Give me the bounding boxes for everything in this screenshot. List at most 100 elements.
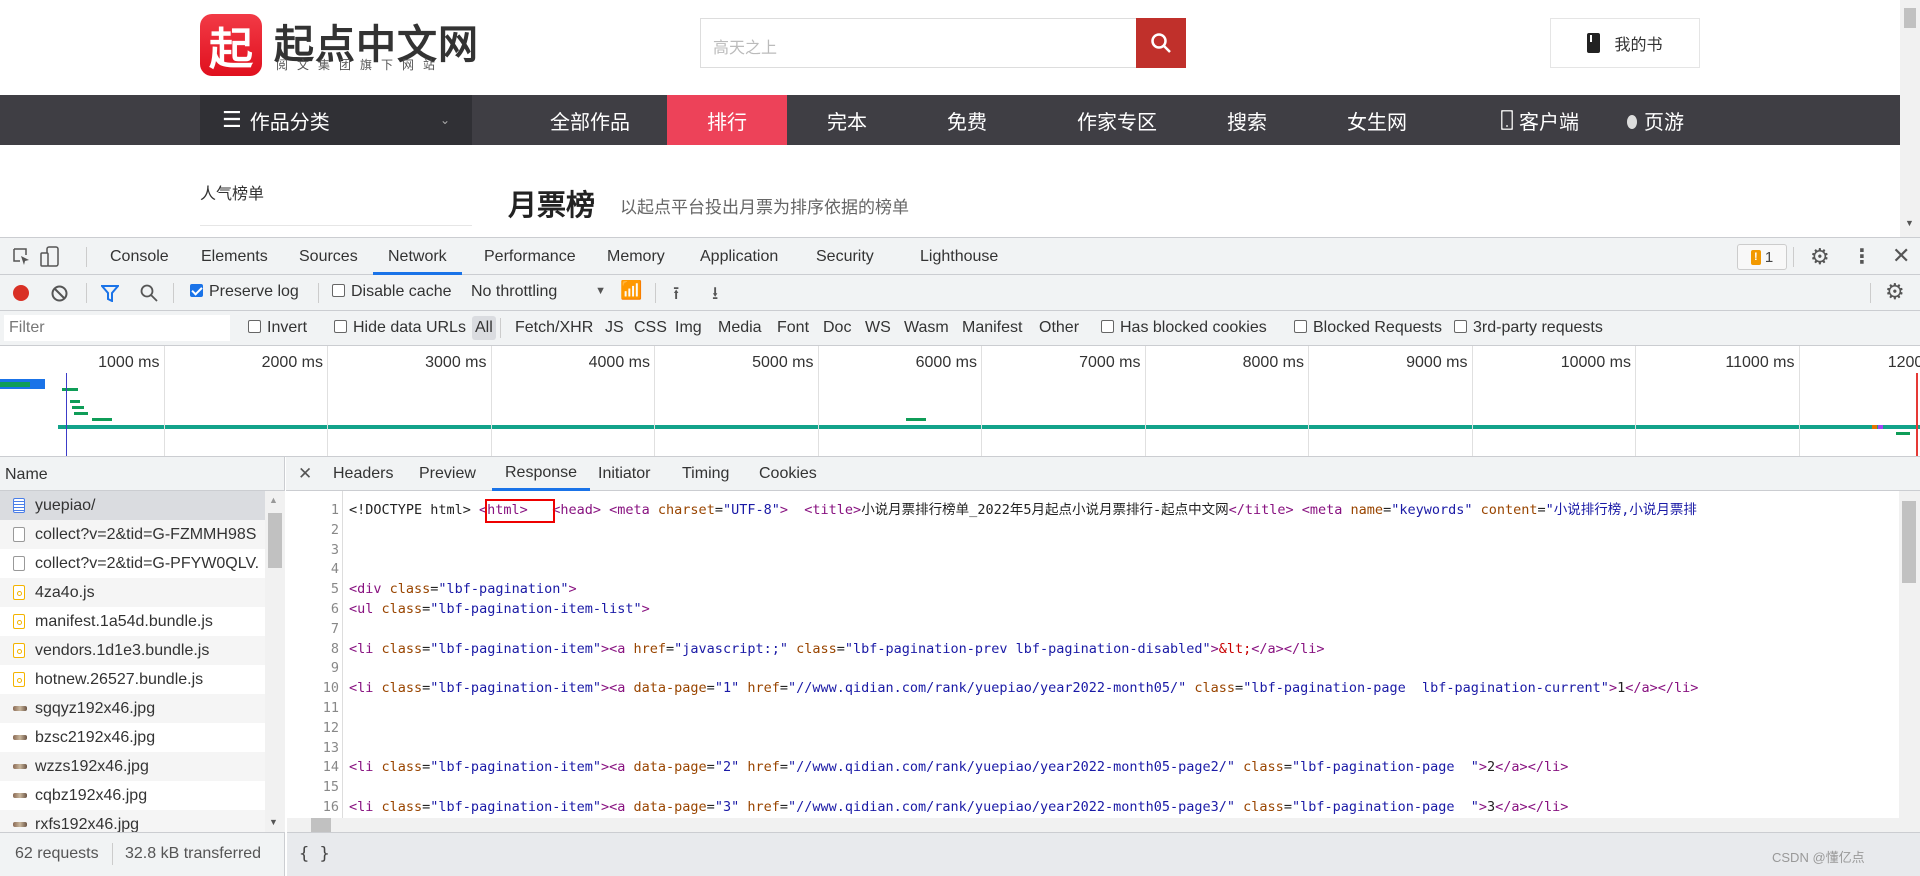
code-line: 3 — [287, 540, 1899, 560]
nav-web-games-label: 页游 — [1644, 111, 1684, 134]
request-row[interactable]: hotnew.26527.bundle.js — [0, 665, 265, 694]
nav-female[interactable]: 女生网 — [1317, 95, 1437, 145]
type-filter-doc[interactable]: Doc — [823, 311, 851, 345]
nav-client[interactable]: 客户端 — [1480, 95, 1600, 145]
preserve-log-checkbox[interactable]: Preserve log — [190, 283, 299, 301]
request-row[interactable]: vendors.1d1e3.bundle.js — [0, 636, 265, 665]
request-row[interactable]: collect?v=2&tid=G-PFYW0QLV. — [0, 549, 265, 578]
tab-initiator[interactable]: Initiator — [598, 457, 650, 491]
request-row[interactable]: cqbz192x46.jpg — [0, 781, 265, 810]
type-filter-font[interactable]: Font — [777, 311, 809, 345]
page-scrollbar[interactable]: ▼ — [1900, 0, 1920, 237]
request-row[interactable]: yuepiao/ — [0, 491, 265, 520]
settings-gear-icon[interactable]: ⚙ — [1810, 244, 1830, 270]
tab-preview[interactable]: Preview — [419, 457, 476, 491]
nav-all-works[interactable]: 全部作品 — [530, 95, 650, 145]
response-code-viewer[interactable]: 1 <!DOCTYPE html> <html> <head> <meta cha… — [287, 498, 1899, 825]
invert-checkbox[interactable]: Invert — [248, 311, 307, 345]
device-toolbar-icon[interactable] — [40, 246, 60, 268]
tab-console[interactable]: Console — [110, 238, 169, 275]
name-column-header[interactable]: Name — [0, 457, 285, 491]
nav-author-zone[interactable]: 作家专区 — [1047, 95, 1187, 145]
type-filter-other[interactable]: Other — [1039, 311, 1079, 345]
type-filter-wasm[interactable]: Wasm — [904, 311, 949, 345]
pretty-print-button[interactable]: { } — [299, 844, 330, 864]
tab-network[interactable]: Network — [373, 238, 462, 275]
tab-performance[interactable]: Performance — [484, 238, 576, 275]
popular-rank-link[interactable]: 人气榜单 — [200, 180, 264, 204]
disable-cache-checkbox[interactable]: Disable cache — [332, 283, 452, 301]
file-icon — [13, 527, 25, 542]
filter-input[interactable]: Filter — [4, 315, 230, 341]
hide-data-urls-checkbox[interactable]: Hide data URLs — [334, 311, 466, 345]
tab-timing[interactable]: Timing — [682, 457, 729, 491]
network-toolbar: Preserve log Disable cache No throttling… — [0, 275, 1920, 311]
code-token-attr: data-page — [633, 759, 707, 776]
clear-icon[interactable] — [51, 285, 68, 302]
nav-rank[interactable]: 排行 — [667, 95, 787, 145]
checkbox[interactable] — [332, 284, 345, 297]
tab-memory[interactable]: Memory — [607, 238, 665, 275]
tab-security[interactable]: Security — [816, 238, 874, 275]
response-vertical-scrollbar[interactable] — [1899, 491, 1920, 818]
request-row[interactable]: collect?v=2&tid=G-FZMMH98S — [0, 520, 265, 549]
tab-lighthouse[interactable]: Lighthouse — [920, 238, 998, 275]
search-icon[interactable] — [140, 284, 158, 302]
tab-cookies[interactable]: Cookies — [759, 457, 817, 491]
tab-response[interactable]: Response — [492, 457, 591, 491]
close-detail-icon[interactable]: ✕ — [298, 464, 312, 484]
type-filter-js[interactable]: JS — [605, 311, 624, 345]
tab-sources[interactable]: Sources — [299, 238, 358, 275]
qidian-logo-icon[interactable]: 起 — [200, 14, 262, 76]
timeline-bar — [0, 382, 30, 387]
type-filter-manifest[interactable]: Manifest — [962, 311, 1022, 345]
search-button[interactable] — [1136, 18, 1186, 68]
request-row[interactable]: wzzs192x46.jpg — [0, 752, 265, 781]
tab-elements[interactable]: Elements — [201, 238, 268, 275]
nav-web-games[interactable]: 页游 — [1600, 95, 1710, 145]
type-filter-media[interactable]: Media — [718, 311, 762, 345]
network-overview-timeline[interactable]: 1000 ms 2000 ms 3000 ms 4000 ms 5000 ms 6000 … — [0, 346, 1920, 457]
record-icon[interactable] — [13, 285, 29, 301]
type-filter-css[interactable]: CSS — [634, 311, 667, 345]
type-filter-all[interactable]: All — [472, 316, 496, 340]
script-icon — [13, 614, 25, 629]
blocked-requests-checkbox[interactable]: Blocked Requests — [1294, 311, 1442, 345]
type-filter-img[interactable]: Img — [675, 311, 702, 345]
nav-search[interactable]: 搜索 — [1187, 95, 1307, 145]
request-row[interactable]: manifest.1a54d.bundle.js — [0, 607, 265, 636]
nav-free[interactable]: 免费 — [907, 95, 1027, 145]
import-har-icon[interactable]: ⭱ — [673, 281, 679, 311]
nav-finished[interactable]: 完本 — [787, 95, 907, 145]
filter-icon[interactable] — [101, 285, 119, 302]
script-icon — [13, 643, 25, 658]
timeline-gridline — [327, 346, 328, 456]
network-settings-gear-icon[interactable]: ⚙ — [1885, 279, 1905, 305]
close-devtools-icon[interactable]: ✕ — [1892, 243, 1910, 269]
third-party-requests-checkbox[interactable]: 3rd-party requests — [1454, 311, 1603, 345]
search-input[interactable]: 高天之上 — [700, 18, 1137, 68]
export-har-icon[interactable]: ⭳ — [712, 281, 718, 311]
code-token-attr: charset — [657, 502, 715, 518]
issues-button[interactable]: ! 1 — [1737, 244, 1787, 270]
more-options-icon[interactable]: ⋮ — [1852, 244, 1872, 269]
request-row[interactable]: sgqyz192x46.jpg — [0, 694, 265, 723]
category-menu[interactable]: ☰ 作品分类 ⌄ — [200, 95, 472, 145]
my-books-button[interactable]: 我的书 — [1550, 18, 1700, 68]
checkbox-checked[interactable] — [190, 284, 203, 297]
has-blocked-cookies-checkbox[interactable]: Has blocked cookies — [1101, 311, 1267, 345]
tab-application[interactable]: Application — [700, 238, 778, 275]
tab-headers[interactable]: Headers — [333, 457, 393, 491]
throttling-select[interactable]: No throttling ▼ — [471, 283, 606, 301]
request-list-scrollbar[interactable]: ▲ ▼ — [265, 491, 285, 832]
timeline-tick-label: 3000 ms — [425, 354, 487, 371]
type-filter-fetch-xhr[interactable]: Fetch/XHR — [515, 311, 593, 345]
request-row[interactable]: bzsc2192x46.jpg — [0, 723, 265, 752]
request-row[interactable]: rxfs192x46.jpg — [0, 810, 265, 832]
network-conditions-icon[interactable]: 📶 — [620, 280, 642, 301]
code-token-val: "lbf-pagination-prev lbf-pagination-disa… — [844, 640, 1211, 657]
inspect-element-icon[interactable] — [13, 248, 31, 266]
type-filter-ws[interactable]: WS — [865, 311, 891, 345]
request-row[interactable]: 4za4o.js — [0, 578, 265, 607]
code-line: 5 <div class="lbf-pagination"> — [287, 579, 1899, 599]
